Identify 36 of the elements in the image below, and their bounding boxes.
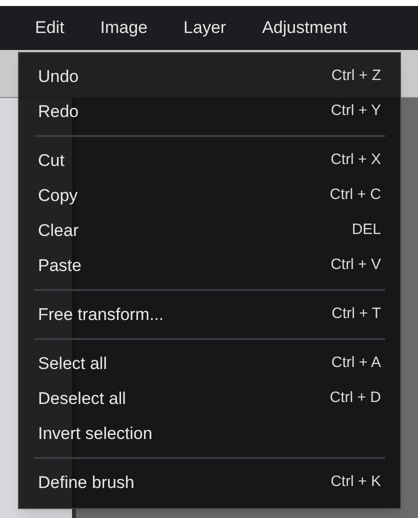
menu-item-label: Clear [38,220,79,242]
menu-item-label: Paste [38,254,82,277]
menu-item[interactable]: Clear DEL [34,213,385,248]
menu-item-label: Redo [38,100,79,123]
menu-item[interactable]: Paste Ctrl + V [34,248,385,283]
shortcut-label: Ctrl + V [330,255,381,276]
menu-item-label: Free transform... [38,304,164,326]
shortcut-label: Ctrl + K [330,472,381,492]
menu-item-label: Copy [38,184,78,207]
menu-item-label: Cut [38,150,64,172]
menu-bar-item[interactable]: Adjustment [262,15,348,41]
menu-item[interactable]: Cut Ctrl + X [34,143,385,178]
menu-item[interactable]: Copy Ctrl + C [34,178,385,213]
menu-bar-item[interactable]: Image [100,15,148,41]
shortcut-label: Ctrl + D [330,388,381,408]
menu-item[interactable]: Define brush Ctrl + K [34,465,385,500]
shortcut-label: Ctrl + Y [330,101,381,122]
menu-bar-item[interactable]: Layer [184,15,226,41]
menu-item[interactable]: Redo Ctrl + Y [34,94,385,129]
menu-item-label: Invert selection [38,422,152,445]
menu-item-label: Undo [38,66,79,88]
shortcut-label: Ctrl + C [330,185,381,206]
shortcut-label: Ctrl + A [331,353,381,374]
menu-item-label: Select all [38,352,107,375]
menu-item[interactable]: Deselect all Ctrl + D [34,381,385,416]
menu-item[interactable]: Undo Ctrl + Z [34,59,385,94]
shortcut-label: Ctrl + X [330,150,381,170]
menu-item-label: Define brush [38,472,134,494]
shortcut-label: Ctrl + T [332,304,381,324]
shortcut-label: DEL [352,220,381,240]
menu-bar-item[interactable]: Edit [35,15,64,41]
menu-item[interactable]: Invert selection [34,416,385,451]
shortcut-label: Ctrl + Z [331,66,381,86]
menu-item-label: Deselect all [38,388,126,410]
menu-item[interactable]: Select all Ctrl + A [34,346,385,381]
menu-item[interactable]: Free transform... Ctrl + T [34,297,385,332]
